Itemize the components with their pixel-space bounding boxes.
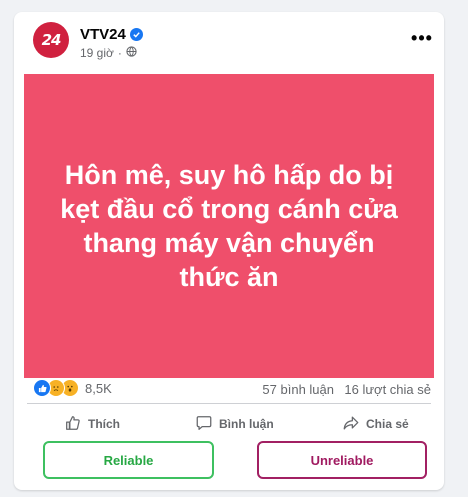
separator-dot: · <box>117 46 122 60</box>
avatar-logo-text: 24 <box>41 31 62 49</box>
post-actions: Thích Bình luận Chia sẻ <box>14 410 444 440</box>
share-label: Chia sẻ <box>366 417 409 431</box>
page-name-label: VTV24 <box>80 26 126 43</box>
stats-divider <box>27 403 431 404</box>
reactions-summary[interactable]: 8,5K <box>33 379 112 397</box>
more-options-icon[interactable]: ••• <box>408 28 436 48</box>
page-name[interactable]: VTV24 <box>80 26 143 43</box>
comment-icon <box>195 414 213 435</box>
reaction-count: 8,5K <box>85 380 112 396</box>
like-label: Thích <box>88 417 120 431</box>
like-icon <box>33 379 51 397</box>
post-stats: 8,5K 57 bình luận 16 lượt chia sẻ <box>14 376 444 402</box>
thumbs-up-icon <box>64 414 82 435</box>
post-image[interactable]: Hôn mê, suy hô hấp do bị kẹt đầu cổ tron… <box>24 74 434 378</box>
post-card: 24 VTV24 19 giờ · ••• Hôn mê, suy hô hấp… <box>14 12 444 490</box>
avatar[interactable]: 24 <box>33 22 69 58</box>
reliable-button[interactable]: Reliable <box>43 441 214 479</box>
globe-icon <box>126 46 137 60</box>
comment-button[interactable]: Bình luận <box>195 410 274 438</box>
post-header: 24 VTV24 19 giờ · ••• <box>14 12 444 78</box>
share-count[interactable]: 16 lượt chia sẻ <box>344 382 431 397</box>
verified-badge-icon <box>129 28 143 41</box>
like-button[interactable]: Thích <box>64 410 120 438</box>
post-meta: 19 giờ · <box>80 46 137 60</box>
share-button[interactable]: Chia sẻ <box>342 410 409 438</box>
comment-label: Bình luận <box>219 417 274 431</box>
post-headline: Hôn mê, suy hô hấp do bị kẹt đầu cổ tron… <box>60 160 398 292</box>
share-icon <box>342 414 360 435</box>
comment-count[interactable]: 57 bình luận <box>262 382 334 397</box>
unreliable-button[interactable]: Unreliable <box>257 441 427 479</box>
post-time[interactable]: 19 giờ <box>80 46 114 60</box>
